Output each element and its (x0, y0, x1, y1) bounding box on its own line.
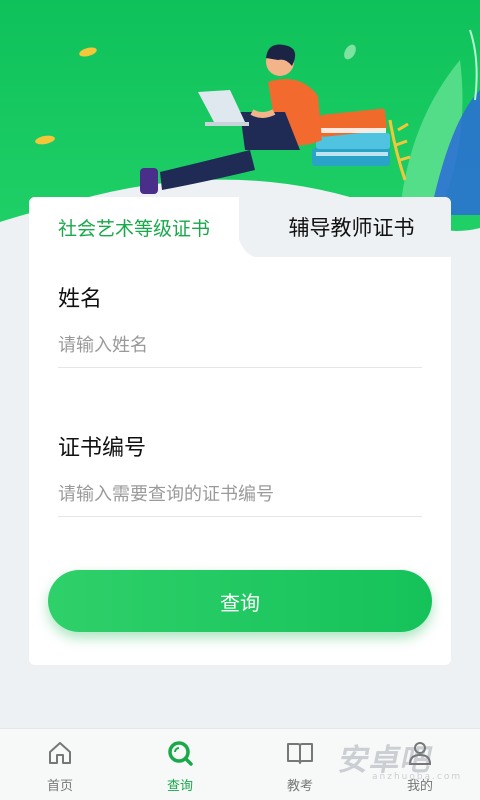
certificate-number-label: 证书编号 (58, 436, 147, 461)
nav-label: 首页 (46, 779, 73, 794)
name-input[interactable] (58, 331, 422, 359)
name-field: 姓名 (58, 281, 422, 368)
certificate-number-input[interactable] (58, 480, 422, 508)
book-icon (286, 739, 314, 767)
certificate-tabs: 辅导教师证书 社会艺术等级证书 (29, 197, 451, 257)
certificate-number-field: 证书编号 (58, 430, 422, 517)
watermark-url: anzhuoba.com (372, 772, 463, 782)
name-label: 姓名 (58, 287, 103, 312)
nav-label: 查询 (166, 779, 193, 794)
tab-curve-divider (215, 197, 255, 257)
home-icon (46, 739, 74, 767)
nav-item-query[interactable]: 查询 (120, 729, 240, 800)
tab-art-grade-certificate[interactable]: 社会艺术等级证书 (29, 197, 239, 257)
tab-tutor-certificate[interactable]: 辅导教师证书 (224, 197, 451, 257)
tab-label: 辅导教师证书 (288, 216, 415, 240)
tab-label: 社会艺术等级证书 (57, 217, 210, 240)
search-icon (166, 739, 194, 767)
name-underline (58, 367, 422, 368)
nav-label: 教考 (286, 779, 313, 794)
certificate-number-underline (58, 516, 422, 517)
nav-item-home[interactable]: 首页 (0, 729, 120, 800)
query-button[interactable]: 查询 (48, 570, 432, 632)
